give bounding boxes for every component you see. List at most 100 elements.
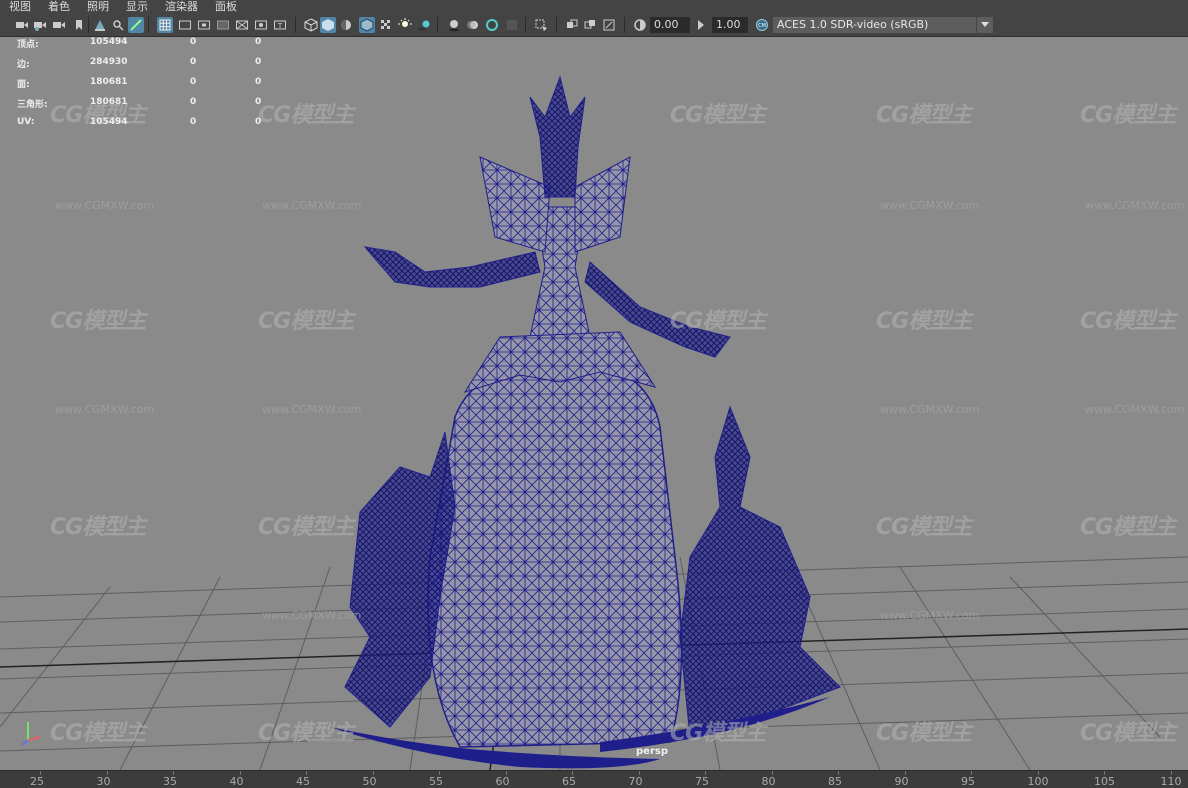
xray-active-components-icon[interactable]	[582, 17, 598, 33]
ambient-occlusion-icon[interactable]	[446, 17, 462, 33]
hud-value: 0	[255, 77, 262, 87]
isolate-select-icon[interactable]	[533, 17, 549, 33]
timeline-tick-label: 40	[229, 775, 244, 788]
field-chart-icon[interactable]	[234, 17, 250, 33]
viewport-persp[interactable]: CG模型主 CG模型主 CG模型主 CG模型主 CG模型主 www.CGMXW.…	[0, 37, 1188, 770]
exposure-icon[interactable]	[632, 17, 648, 33]
wireframe-on-shaded-icon[interactable]	[359, 17, 375, 33]
hud-label: 面:	[17, 80, 30, 90]
exposure-field[interactable]: 0.00	[650, 17, 690, 33]
timeline-tick-label: 90	[894, 775, 909, 788]
menu-show[interactable]: 显示	[117, 0, 156, 14]
wireframe-icon[interactable]	[303, 17, 319, 33]
depth-of-field-icon[interactable]	[504, 17, 520, 33]
watermark-url: www.CGMXW.com	[1085, 403, 1185, 416]
timeline-tick-label: 105	[1094, 775, 1115, 788]
view-transform-dropdown[interactable]: ACES 1.0 SDR-video (sRGB)	[773, 17, 993, 33]
use-all-lights-icon[interactable]	[397, 17, 413, 33]
xray-icon[interactable]	[564, 17, 580, 33]
hud-value: 0	[190, 37, 197, 47]
watermark-logo: CG模型主	[1080, 515, 1176, 540]
watermark-url: www.CGMXW.com	[262, 403, 362, 416]
xray-joints-icon[interactable]	[601, 17, 617, 33]
timeline-tick-label: 50	[362, 775, 377, 788]
watermark-url: www.CGMXW.com	[880, 199, 980, 212]
gamma-icon[interactable]	[694, 17, 710, 33]
bookmark-camera-icon[interactable]	[51, 17, 67, 33]
time-slider[interactable]: 25 30 35 40 45 50 55 60 65 70 75 80 85 90 95 100 105 110	[0, 770, 1188, 788]
menu-renderer[interactable]: 渲染器	[156, 0, 206, 14]
film-gate-icon[interactable]	[177, 17, 193, 33]
safe-action-icon[interactable]	[253, 17, 269, 33]
resolution-gate-icon[interactable]	[196, 17, 212, 33]
menu-view[interactable]: 视图	[0, 0, 39, 14]
hud-value: 105494	[90, 117, 128, 127]
timeline-tick-label: 45	[296, 775, 310, 788]
gate-mask-icon[interactable]	[215, 17, 231, 33]
watermark-url: www.CGMXW.com	[55, 403, 155, 416]
watermark-logo: CG模型主	[876, 309, 972, 334]
grid-icon[interactable]	[157, 17, 173, 33]
menu-shading[interactable]: 着色	[39, 0, 78, 14]
grease-pencil-icon[interactable]	[128, 17, 144, 33]
wireframe-model	[330, 75, 841, 769]
textured-icon[interactable]	[378, 17, 394, 33]
select-camera-icon[interactable]	[14, 17, 30, 33]
watermark-logo: CG模型主	[258, 721, 354, 746]
hud-label: 边:	[17, 60, 30, 70]
2d-pan-zoom-icon[interactable]	[110, 17, 126, 33]
watermark-url: www.CGMXW.com	[880, 403, 980, 416]
viewport-scene	[0, 75, 1188, 770]
menu-lighting[interactable]: 照明	[78, 0, 117, 14]
timeline-tick-label: 80	[761, 775, 776, 788]
watermark-url: www.CGMXW.com	[262, 609, 362, 622]
timeline-tick-label: 65	[562, 775, 576, 788]
hud-value: 0	[190, 97, 197, 107]
gamma-field[interactable]: 1.00	[712, 17, 748, 33]
axis-gizmo	[21, 722, 41, 746]
svg-text:CM: CM	[758, 23, 766, 29]
timeline-tick-label: 60	[495, 775, 510, 788]
hud-value: 0	[255, 117, 262, 127]
watermark-url: www.CGMXW.com	[55, 199, 155, 212]
hud-value: 0	[255, 97, 262, 107]
chevron-down-icon	[976, 17, 993, 33]
timeline-tick-label: 95	[961, 775, 975, 788]
watermark-logo: CG模型主	[876, 515, 972, 540]
watermark-url: www.CGMXW.com	[880, 609, 980, 622]
svg-text:T: T	[277, 22, 283, 30]
hud-value: 284930	[90, 57, 128, 67]
watermark-logo: CG模型主	[670, 103, 766, 128]
motion-blur-icon[interactable]	[465, 17, 481, 33]
timeline-tick-label: 70	[628, 775, 643, 788]
watermark-logo: CG模型主	[670, 309, 766, 334]
watermark-url: www.CGMXW.com	[262, 199, 362, 212]
bookmark-icon[interactable]	[71, 17, 87, 33]
watermark-logo: CG模型主	[876, 103, 972, 128]
camera-attributes-icon[interactable]	[32, 17, 48, 33]
watermark-logo: CG模型主	[1080, 103, 1176, 128]
menu-panels[interactable]: 面板	[206, 0, 245, 14]
panel-toolbar: T 0.00 1.00 CM ACES 1.0 SDR-video (sRGB)	[0, 14, 1188, 37]
watermark-logo: CG模型主	[50, 515, 146, 540]
hud-value: 0	[255, 57, 262, 67]
color-management-icon[interactable]: CM	[754, 17, 770, 33]
shadows-icon[interactable]	[416, 17, 432, 33]
timeline-tick-label: 110	[1160, 775, 1182, 788]
safe-title-icon[interactable]: T	[272, 17, 288, 33]
hud-value: 180681	[90, 77, 128, 87]
hud-label: 顶点:	[17, 40, 39, 50]
timeline-tick-label: 35	[163, 775, 177, 788]
hud-value: 0	[190, 57, 197, 67]
watermark-logo: CG模型主	[258, 103, 354, 128]
hud-label: 三角形:	[17, 100, 48, 110]
image-plane-icon[interactable]	[92, 17, 108, 33]
timeline-tick-label: 100	[1027, 775, 1049, 788]
smooth-shade-icon[interactable]	[320, 17, 336, 33]
default-material-icon[interactable]	[338, 17, 354, 33]
watermark-logo: CG模型主	[876, 721, 972, 746]
watermark-logo: CG模型主	[258, 515, 354, 540]
watermark-logo: CG模型主	[1080, 721, 1176, 746]
watermark-logo: CG模型主	[1080, 309, 1176, 334]
anti-aliasing-icon[interactable]	[484, 17, 500, 33]
